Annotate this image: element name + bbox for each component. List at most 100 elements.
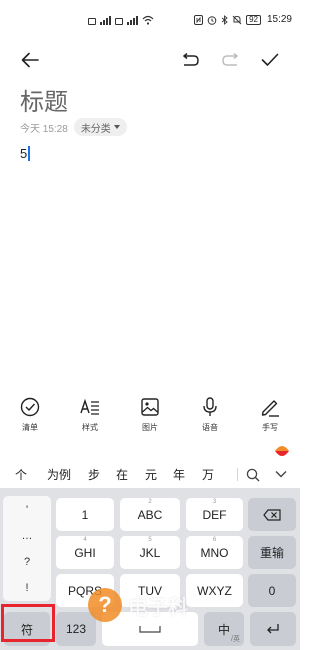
status-bar: 92 15:29	[0, 0, 300, 44]
watermark: ? 电子科	[88, 588, 188, 622]
check-icon	[261, 53, 279, 66]
back-arrow-icon	[21, 52, 39, 68]
image-label: 图片	[142, 423, 158, 432]
key-label: 123	[65, 622, 87, 636]
key-label: ABC	[137, 507, 163, 522]
question-mark-logo-icon: ?	[88, 588, 122, 622]
candidate-item[interactable]: 年	[173, 466, 185, 483]
key-hint: 5	[148, 537, 152, 543]
microphone-icon	[203, 397, 217, 416]
note-meta: 今天 15:28 未分类	[20, 117, 127, 137]
image-button[interactable]: 图片	[120, 396, 180, 438]
category-selector[interactable]: 未分类	[73, 118, 127, 136]
caret-down-icon	[113, 125, 120, 129]
checklist-label: 清单	[22, 423, 38, 432]
style-button[interactable]: 样式	[60, 396, 120, 438]
key-label: 重输	[259, 546, 284, 560]
voice-button[interactable]: 语音	[180, 396, 240, 438]
key-hint: /英	[231, 636, 240, 643]
candidate-item[interactable]: 步	[88, 466, 100, 483]
nfc-icon	[194, 14, 204, 25]
symbol-column[interactable]: ' … ? !	[3, 496, 51, 601]
undo-button[interactable]	[178, 48, 202, 72]
key-wxyz[interactable]: WXYZ	[186, 574, 243, 607]
key-label: DEF	[202, 507, 227, 522]
backspace-icon	[263, 508, 281, 521]
redo-icon	[222, 53, 239, 66]
status-time: 15:29	[266, 14, 292, 25]
category-label: 未分类	[80, 123, 111, 135]
backspace-key[interactable]	[248, 498, 296, 531]
enter-icon	[267, 624, 279, 634]
key-1[interactable]: 1	[56, 498, 114, 531]
candidate-item[interactable]: 为例	[47, 466, 71, 483]
candidate-item[interactable]: 万	[202, 466, 214, 483]
image-icon	[141, 398, 159, 416]
candidate-item[interactable]: 元	[145, 466, 157, 483]
watermark-text: 电子科	[128, 594, 188, 619]
signal-icon	[100, 16, 111, 25]
note-title[interactable]: 标题	[20, 82, 68, 117]
note-timestamp: 今天 15:28	[20, 123, 68, 135]
key-label: MNO	[200, 545, 229, 560]
key-label: 中	[217, 622, 230, 637]
symbol-key[interactable]: '	[3, 504, 51, 516]
undo-icon	[182, 53, 199, 66]
ime-logo-icon[interactable]	[274, 444, 290, 458]
highlight-box	[1, 604, 55, 642]
redo-button[interactable]	[219, 48, 243, 72]
checklist-icon	[20, 397, 40, 417]
key-label: 1	[81, 507, 89, 522]
alarm-icon	[207, 15, 217, 25]
style-label: 样式	[82, 423, 98, 432]
handwriting-label: 手写	[262, 423, 278, 432]
key-0[interactable]: 0	[248, 574, 296, 607]
back-button[interactable]	[18, 48, 42, 72]
retype-key[interactable]: 重输	[248, 536, 296, 569]
symbol-key[interactable]: …	[3, 530, 51, 542]
key-label: WXYZ	[197, 583, 232, 598]
key-label: JKL	[139, 545, 161, 560]
language-switch-key[interactable]: 中 /英	[204, 612, 244, 646]
signal-icon	[127, 16, 138, 25]
key-ghi[interactable]: 4 GHI	[56, 536, 114, 569]
mute-icon	[232, 15, 242, 24]
key-def[interactable]: 3 DEF	[186, 498, 243, 531]
voice-label: 语音	[202, 423, 218, 432]
signal-indicators	[88, 15, 154, 25]
key-abc[interactable]: 2 ABC	[120, 498, 180, 531]
text-style-icon	[80, 398, 99, 415]
hd-icon	[88, 18, 96, 25]
key-label: GHI	[74, 545, 96, 560]
ime-toolbar	[0, 438, 300, 460]
key-hint: 6	[212, 537, 217, 543]
checklist-button[interactable]: 清单	[0, 396, 60, 438]
hd-icon	[115, 18, 123, 25]
enter-key[interactable]	[250, 612, 296, 646]
handwriting-button[interactable]: 手写	[240, 396, 300, 438]
candidate-divider	[237, 468, 238, 481]
symbol-key[interactable]: !	[3, 582, 51, 594]
note-content: 5	[20, 146, 28, 161]
wifi-icon	[142, 15, 154, 25]
done-button[interactable]	[258, 48, 282, 72]
format-bar: 清单 样式 图片 语音 手写	[0, 396, 300, 438]
ime-keyboard: ' … ? ! 1 2 ABC 3 DEF 4 GHI 5 JKL 6 MNO 重输 PQ…	[0, 488, 300, 650]
status-right: 92 15:29	[194, 14, 292, 25]
key-hint: 2	[148, 499, 152, 505]
key-hint: 3	[212, 499, 217, 505]
note-body-editor[interactable]: 5	[20, 146, 31, 161]
candidate-bar: 个 为例 步 在 元 年 万	[0, 460, 300, 488]
candidate-item[interactable]: 个	[15, 466, 27, 483]
key-hint: 4	[83, 537, 87, 543]
key-jkl[interactable]: 5 JKL	[120, 536, 180, 569]
text-cursor	[28, 146, 31, 161]
pen-icon	[261, 400, 279, 417]
expand-candidates-icon[interactable]	[275, 470, 287, 478]
symbol-key[interactable]: ?	[3, 556, 51, 568]
key-mno[interactable]: 6 MNO	[186, 536, 243, 569]
bluetooth-icon	[221, 14, 228, 25]
candidate-item[interactable]: 在	[116, 466, 128, 483]
search-icon[interactable]	[246, 468, 260, 482]
space-icon	[139, 626, 161, 633]
